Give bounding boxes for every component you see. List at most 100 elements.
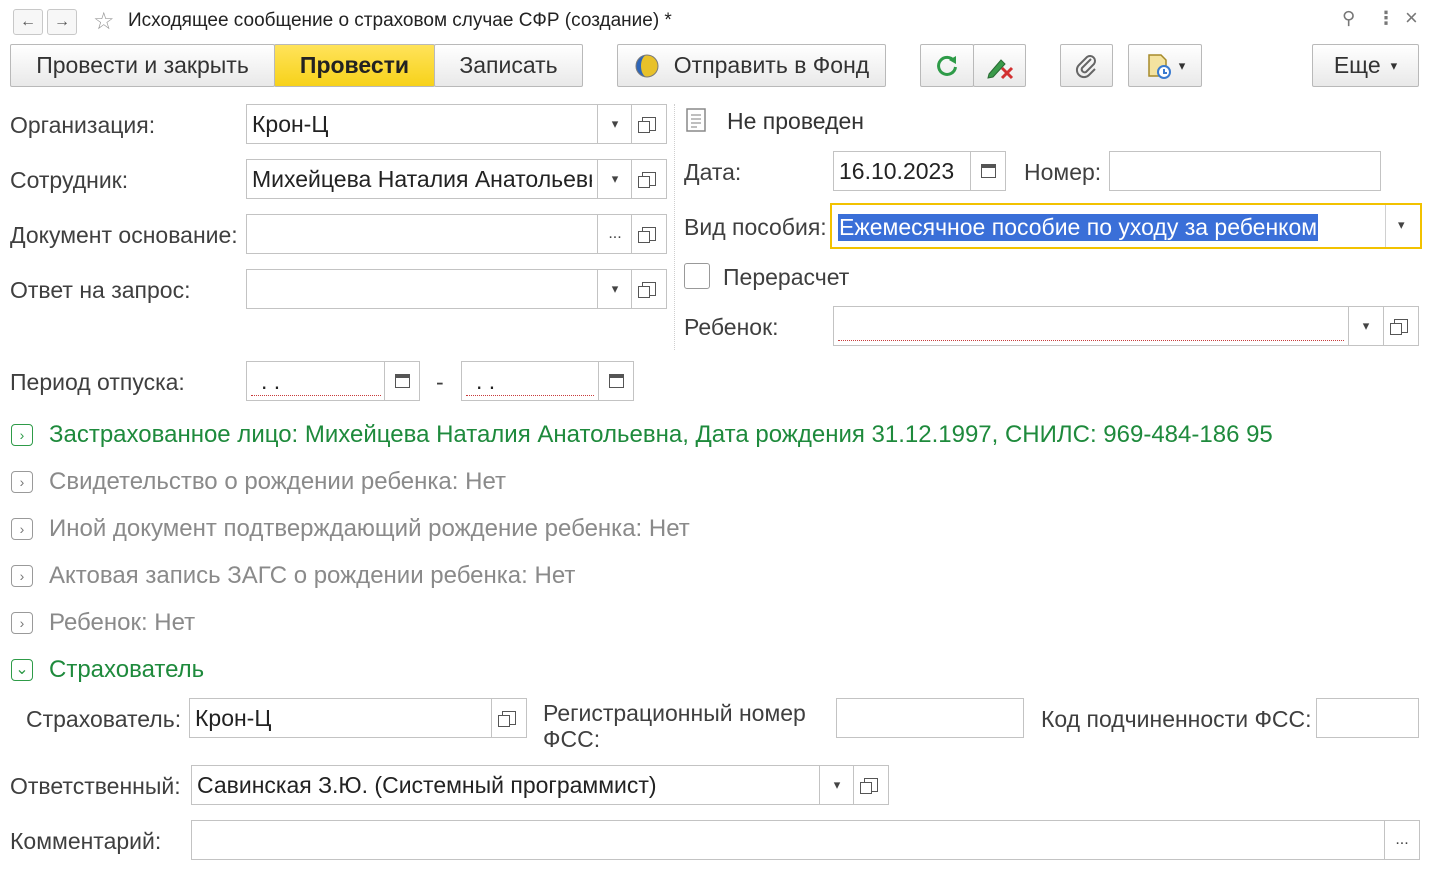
employee-open-button[interactable] — [631, 159, 667, 199]
field-separator — [1385, 205, 1386, 247]
group-insurer[interactable]: ⌄ Страхователь — [11, 656, 204, 684]
favorite-star-icon[interactable]: ☆ — [93, 7, 115, 36]
more-label: Еще — [1333, 52, 1381, 78]
chevron-down-icon: ⌄ — [11, 659, 33, 681]
fund-logo-icon — [635, 54, 659, 77]
date-label: Дата: — [684, 159, 742, 185]
basis-document-open-button[interactable] — [631, 214, 667, 254]
group-other-document[interactable]: › Иной документ подтверждающий рождение … — [11, 515, 690, 543]
reg-number-label-line1: Регистрационный номер — [543, 700, 806, 726]
more-button[interactable]: Еще ▾ — [1312, 44, 1419, 87]
chevron-right-icon: › — [11, 424, 33, 446]
open-window-icon — [638, 282, 656, 298]
open-window-icon — [638, 227, 656, 243]
more-menu-icon[interactable]: ⋮ — [1377, 8, 1395, 29]
send-to-fund-label: Отправить в Фонд — [673, 52, 870, 78]
recalc-checkbox[interactable] — [684, 263, 710, 289]
employee-label: Сотрудник: — [10, 167, 129, 193]
number-field[interactable] — [1109, 151, 1381, 191]
child-dropdown-button[interactable]: ▾ — [1348, 306, 1384, 346]
post-and-close-button[interactable]: Провести и закрыть — [10, 44, 275, 87]
responsible-value: Савинская З.Ю. (Системный программист) — [197, 772, 657, 798]
insurer-open-button[interactable] — [491, 698, 527, 738]
benefit-type-value: Ежемесячное пособие по уходу за ребенком — [838, 214, 1319, 241]
reg-number-field[interactable] — [836, 698, 1024, 738]
document-create-icon — [1147, 53, 1171, 79]
date-calendar-button[interactable] — [970, 151, 1006, 191]
open-window-icon — [638, 172, 656, 188]
ellipsis-icon: ... — [1395, 831, 1409, 848]
forward-button[interactable]: → — [47, 9, 77, 35]
calendar-icon — [980, 164, 996, 178]
vacation-to-value: . . — [476, 368, 496, 394]
send-to-fund-button[interactable]: Отправить в Фонд — [617, 44, 886, 87]
clear-edit-button[interactable] — [973, 44, 1026, 87]
save-button[interactable]: Записать — [434, 44, 583, 87]
chevron-down-icon: ▾ — [1390, 57, 1398, 73]
open-window-icon — [638, 117, 656, 133]
link-icon[interactable]: ⚲ — [1342, 8, 1355, 29]
arrow-left-icon: ← — [20, 13, 36, 30]
post-button[interactable]: Провести — [274, 44, 435, 87]
child-field[interactable] — [833, 306, 1349, 346]
attach-button[interactable] — [1060, 44, 1113, 87]
pencil-delete-icon — [986, 58, 1013, 79]
request-reply-field[interactable] — [246, 269, 598, 309]
insurer-label: Страхователь: — [26, 706, 182, 732]
chevron-down-icon: ▾ — [611, 116, 619, 131]
group-civil-registry[interactable]: › Актовая запись ЗАГС о рождении ребенка… — [11, 562, 575, 590]
open-window-icon — [860, 778, 878, 794]
chevron-right-icon: › — [11, 471, 33, 493]
back-button[interactable]: ← — [13, 9, 43, 35]
column-divider — [674, 104, 675, 350]
chevron-down-icon[interactable]: ▾ — [1398, 217, 1405, 233]
responsible-field[interactable]: Савинская З.Ю. (Системный программист) — [191, 765, 821, 805]
subordination-code-label: Код подчиненности ФСС: — [1041, 706, 1312, 732]
organization-open-button[interactable] — [631, 104, 667, 144]
vacation-to-field[interactable]: . . — [461, 361, 599, 401]
create-based-on-button[interactable]: ▾ — [1128, 44, 1202, 87]
date-field[interactable]: 16.10.2023 — [833, 151, 972, 191]
chevron-right-icon: › — [11, 518, 33, 540]
vacation-from-field[interactable]: . . — [246, 361, 386, 401]
comment-label: Комментарий: — [10, 828, 162, 854]
basis-document-field[interactable] — [246, 214, 598, 254]
comment-edit-button[interactable]: ... — [1384, 820, 1420, 860]
benefit-type-field[interactable]: Ежемесячное пособие по уходу за ребенком… — [830, 203, 1422, 249]
chevron-down-icon: ▾ — [1362, 318, 1370, 333]
request-reply-open-button[interactable] — [631, 269, 667, 309]
organization-field[interactable]: Крон-Ц — [246, 104, 598, 144]
group-insured-person[interactable]: › Застрахованное лицо: Михейцева Наталия… — [11, 421, 1273, 449]
organization-value: Крон-Ц — [252, 111, 329, 137]
required-underline — [838, 340, 1344, 341]
employee-dropdown-button[interactable]: ▾ — [597, 159, 633, 199]
responsible-open-button[interactable] — [853, 765, 889, 805]
benefit-type-label: Вид пособия: — [684, 214, 827, 240]
chevron-down-icon: ▾ — [1178, 57, 1186, 73]
organization-dropdown-button[interactable]: ▾ — [597, 104, 633, 144]
vacation-from-calendar-button[interactable] — [384, 361, 420, 401]
chevron-right-icon: › — [11, 565, 33, 587]
open-window-icon — [1390, 319, 1408, 335]
group-birth-certificate[interactable]: › Свидетельство о рождении ребенка: Нет — [11, 468, 506, 496]
group-child[interactable]: › Ребенок: Нет — [11, 609, 195, 637]
subordination-code-field[interactable] — [1316, 698, 1419, 738]
request-reply-dropdown-button[interactable]: ▾ — [597, 269, 633, 309]
group-civil-registry-title: Актовая запись ЗАГС о рождении ребенка: … — [49, 562, 576, 589]
responsible-dropdown-button[interactable]: ▾ — [819, 765, 855, 805]
employee-field[interactable]: Михейцева Наталия Анатольевна — [246, 159, 598, 199]
refresh-icon — [937, 55, 957, 76]
vacation-to-calendar-button[interactable] — [598, 361, 634, 401]
refresh-button[interactable] — [920, 44, 974, 87]
comment-field[interactable] — [191, 820, 1386, 860]
window-title: Исходящее сообщение о страховом случае С… — [128, 10, 672, 31]
group-insurer-title: Страхователь — [49, 656, 205, 683]
basis-document-select-button[interactable]: ... — [597, 214, 633, 254]
child-open-button[interactable] — [1383, 306, 1419, 346]
employee-value: Михейцева Наталия Анатольевна — [252, 166, 592, 192]
required-underline — [251, 395, 381, 396]
close-icon[interactable]: × — [1405, 5, 1418, 31]
chevron-down-icon: ▾ — [611, 281, 619, 296]
request-reply-label: Ответ на запрос: — [10, 277, 191, 303]
insurer-field[interactable]: Крон-Ц — [189, 698, 493, 738]
